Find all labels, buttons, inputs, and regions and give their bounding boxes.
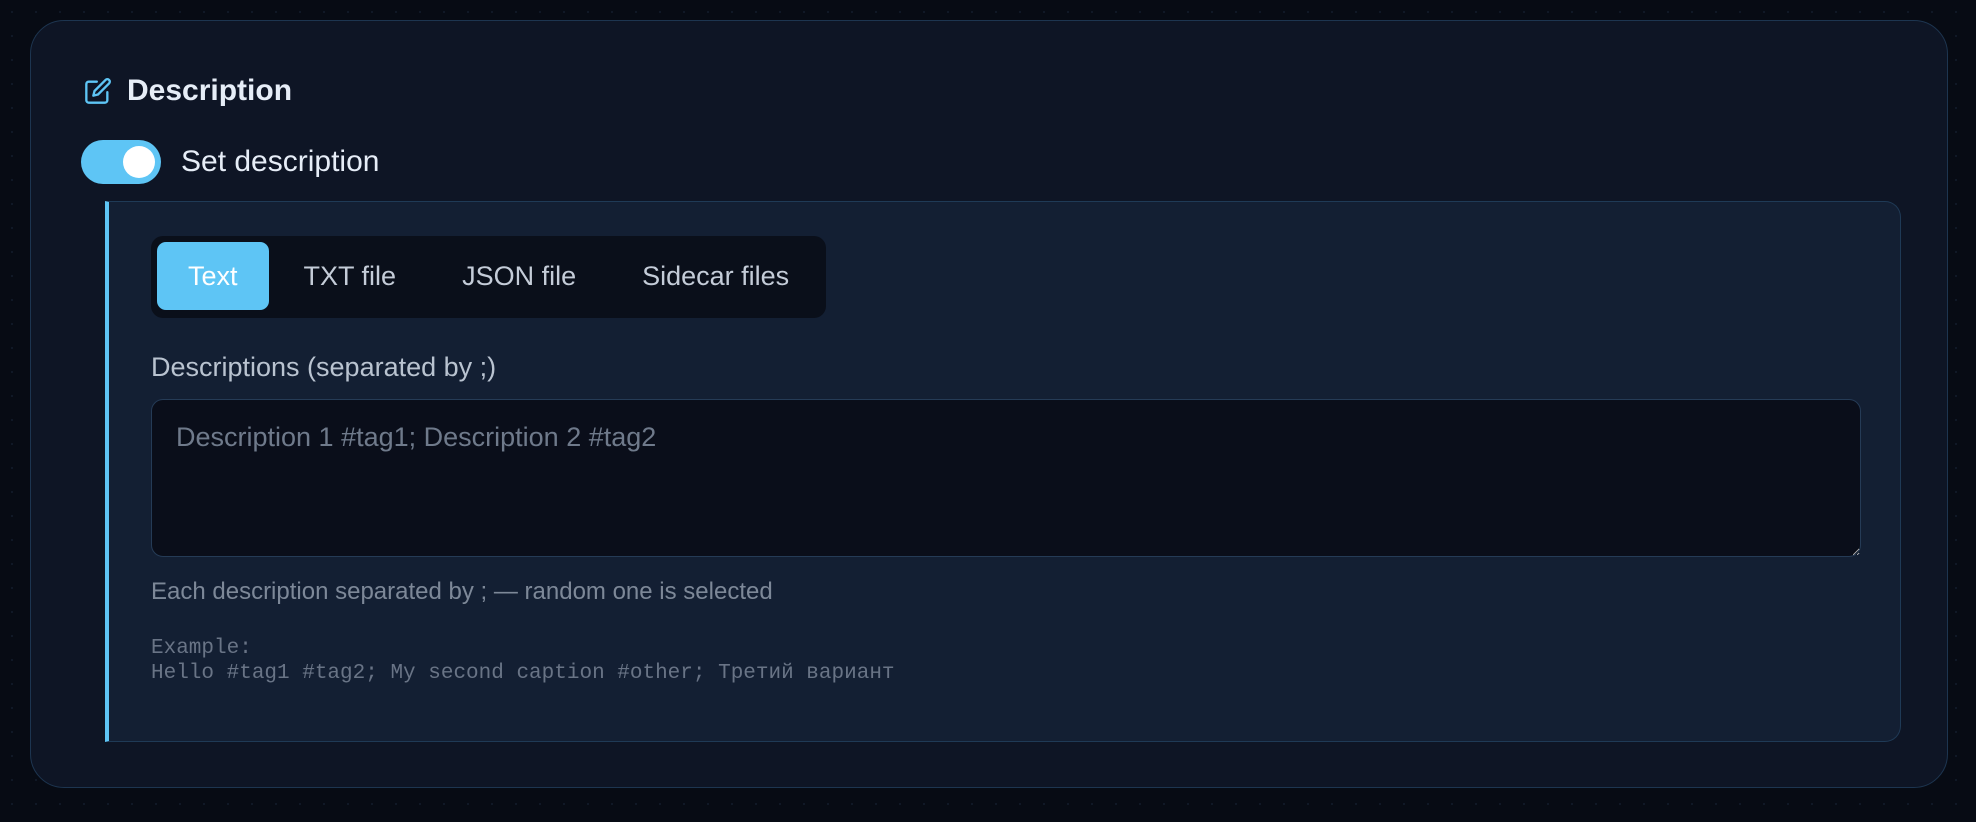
example-block: Example: Hello #tag1 #tag2; My second cap…: [151, 636, 895, 686]
edit-icon: [83, 76, 113, 106]
descriptions-input[interactable]: [151, 399, 1861, 557]
tab-json-file[interactable]: JSON file: [431, 242, 607, 310]
example-heading: Example:: [151, 637, 252, 660]
description-card: Description Set description Text TXT fil…: [30, 20, 1948, 788]
example-text: Hello #tag1 #tag2; My second caption #ot…: [151, 662, 895, 685]
source-tabs: Text TXT file JSON file Sidecar files: [151, 236, 827, 318]
tab-txt-file[interactable]: TXT file: [273, 242, 428, 310]
toggle-knob: [123, 146, 155, 178]
page: Description Set description Text TXT fil…: [0, 0, 1976, 822]
descriptions-label: Descriptions (separated by ;): [151, 352, 497, 382]
toggle-label: Set description: [181, 145, 380, 178]
set-description-toggle-row: Set description: [81, 139, 379, 185]
card-title: Description: [127, 74, 293, 107]
description-panel: Text TXT file JSON file Sidecar files De…: [105, 201, 1901, 742]
tab-text[interactable]: Text: [157, 242, 269, 310]
help-text: Each description separated by ; — random…: [151, 578, 773, 605]
set-description-toggle[interactable]: [81, 140, 161, 184]
card-header: Description: [83, 69, 292, 113]
tab-sidecar-files[interactable]: Sidecar files: [611, 242, 820, 310]
